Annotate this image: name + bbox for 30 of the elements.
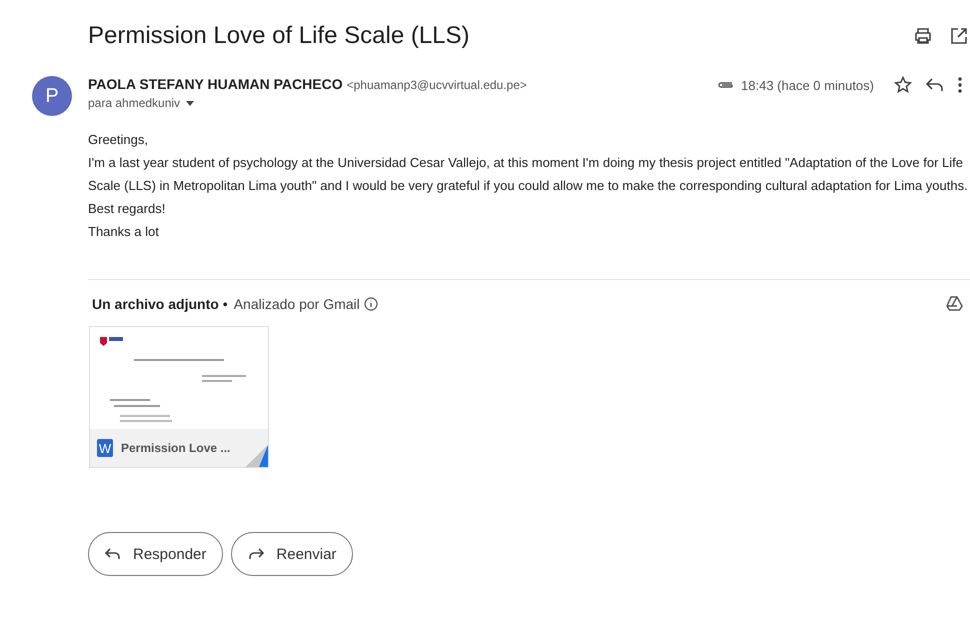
email-time: 18:43 (hace 0 minutos) <box>741 78 874 92</box>
recipient-dropdown[interactable]: para ahmedkuniv <box>88 96 194 110</box>
page-fold-icon <box>246 445 268 467</box>
attachment-card[interactable]: W Permission Love ... <box>89 326 269 468</box>
attachment-heading: Un archivo adjunto <box>92 296 219 312</box>
message-paragraph: I'm a last year student of psychology at the Universidad Cesar Vallejo, at this moment I'm doing my thesis project entitled "Adaptation of the Love for Life Scale (LLS) in Metropolitan Lima youth" and I would be very grateful if you could allow me to make the corresponding cultural adaptation for Lima youths. <box>88 154 969 195</box>
star-icon[interactable] <box>894 76 912 94</box>
message-paragraph: Thanks a lot <box>88 223 160 241</box>
sender-email: <phuamanp3@ucvvirtual.edu.pe> <box>346 78 527 92</box>
forward-button[interactable]: Reenviar <box>231 532 354 576</box>
forward-icon <box>248 548 264 560</box>
print-icon[interactable] <box>914 27 932 45</box>
caret-icon <box>186 100 194 106</box>
message-paragraph: Greetings, <box>88 131 149 149</box>
email-subject: Permission Love of Life Scale (LLS) <box>88 22 470 50</box>
info-icon[interactable] <box>364 297 378 311</box>
word-document-icon: W <box>97 439 113 457</box>
reply-icon <box>105 548 121 560</box>
sender-name: PAOLA STEFANY HUAMAN PACHECO <box>88 76 343 92</box>
scan-note: Analizado por Gmail <box>234 296 360 312</box>
separator-dot: • <box>222 296 228 312</box>
open-in-new-window-icon[interactable] <box>950 27 968 45</box>
paperclip-icon <box>717 80 736 90</box>
more-options-icon[interactable] <box>958 77 962 93</box>
attachment-filename: Permission Love ... <box>121 441 230 455</box>
reply-button[interactable]: Responder <box>88 532 224 576</box>
add-to-drive-icon[interactable] <box>946 296 964 312</box>
message-paragraph: Best regards! <box>88 200 166 218</box>
reply-icon[interactable] <box>926 78 944 92</box>
sender-avatar: P <box>32 76 72 116</box>
